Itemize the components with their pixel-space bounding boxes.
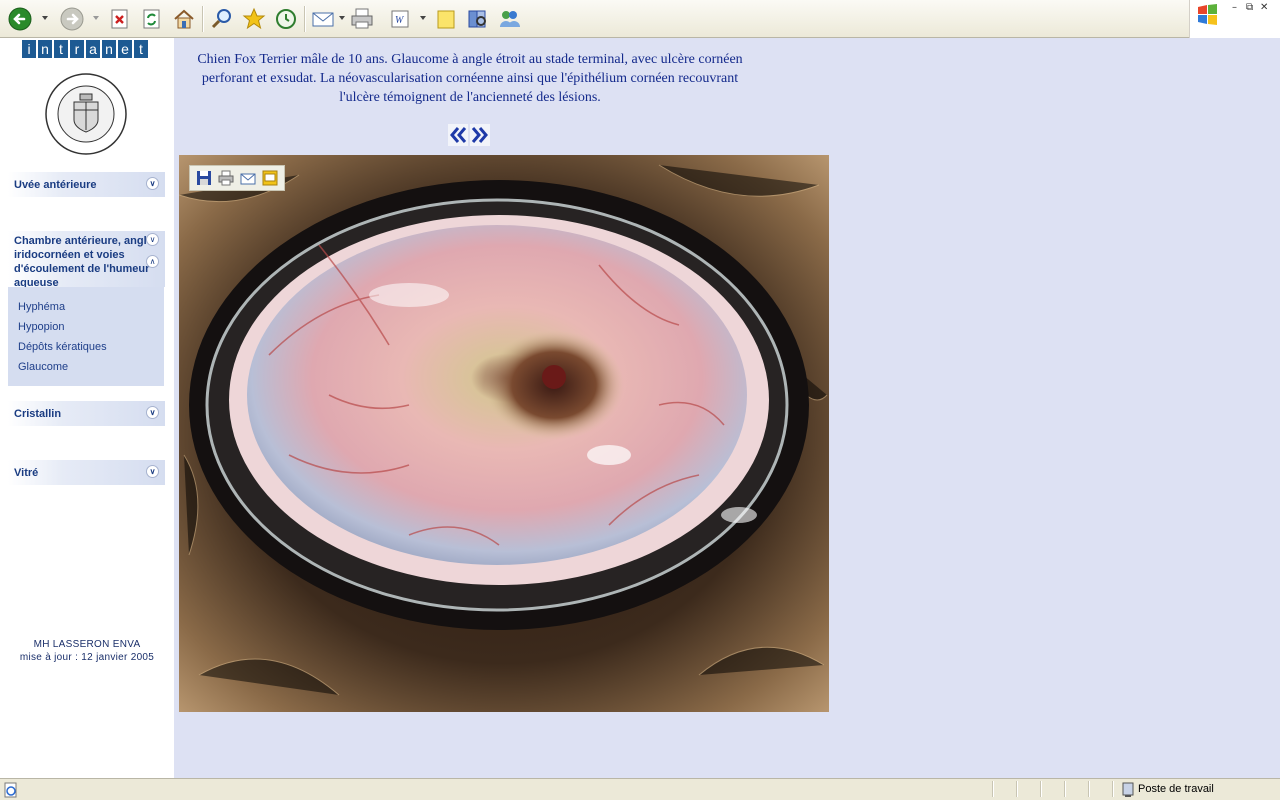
logo-letter: n — [38, 40, 52, 58]
logo-letter: t — [134, 40, 148, 58]
chevron-down-icon[interactable]: ∨ — [146, 177, 159, 190]
restore-icon[interactable]: ⧉ — [1246, 2, 1253, 13]
edit-dropdown-icon[interactable] — [420, 16, 426, 20]
next-image-button[interactable] — [470, 124, 490, 146]
alfort-seal-logo — [45, 73, 127, 155]
edit-word-icon[interactable]: W — [386, 5, 414, 33]
section-label: Chambre antérieure, angle iridocornéen e… — [14, 235, 153, 289]
credit-block: MH LASSERON ENVA mise à jour : 12 janvie… — [0, 638, 174, 664]
minimize-icon[interactable]: – — [1232, 2, 1237, 13]
save-image-button[interactable] — [195, 169, 213, 187]
browser-toolbar: W – ⧉ ✕ — [0, 0, 1280, 38]
double-chevron-left-icon — [450, 127, 467, 143]
status-bar: Poste de travail — [0, 778, 1280, 800]
stop-icon[interactable] — [106, 5, 134, 33]
zone-label: Poste de travail — [1138, 783, 1214, 795]
open-gallery-button[interactable] — [261, 169, 279, 187]
back-dropdown-icon[interactable] — [42, 16, 48, 20]
section-label: Cristallin — [14, 408, 62, 420]
logo-letter: i — [22, 40, 36, 58]
refresh-icon[interactable] — [138, 5, 166, 33]
eye-photograph — [179, 155, 829, 712]
mail-dropdown-icon[interactable] — [339, 16, 345, 20]
submenu-item-glaucome[interactable]: Glaucome — [18, 361, 68, 373]
submenu-item-depots-keratiques[interactable]: Dépôts kératiques — [18, 341, 107, 353]
submenu-item-hyphema[interactable]: Hyphéma — [18, 301, 65, 313]
section-cristallin[interactable]: Cristallin ∨ — [8, 401, 165, 426]
print-icon — [218, 170, 234, 186]
forward-icon[interactable] — [58, 5, 86, 33]
section-chambre-anterieure[interactable]: Chambre antérieure, angle iridocornéen e… — [8, 231, 165, 289]
previous-image-button[interactable] — [448, 124, 468, 146]
author-credit: MH LASSERON ENVA — [33, 639, 141, 650]
mail-icon[interactable] — [310, 5, 338, 33]
page-icon — [4, 782, 17, 798]
forward-dropdown-icon[interactable] — [93, 16, 99, 20]
image-caption: Chien Fox Terrier mâle de 10 ans. Glauco… — [197, 52, 743, 105]
logo-letter: t — [54, 40, 68, 58]
logo-letter: e — [118, 40, 132, 58]
print-icon[interactable] — [348, 5, 376, 33]
close-window-icon[interactable]: ✕ — [1260, 2, 1268, 13]
logo-letter: a — [86, 40, 100, 58]
research-icon[interactable] — [464, 5, 492, 33]
messenger-icon[interactable] — [496, 5, 524, 33]
chevron-down-icon[interactable]: ∨ — [146, 465, 159, 478]
favorites-icon[interactable] — [240, 5, 268, 33]
chevron-down-icon[interactable]: ∨ — [146, 233, 159, 246]
email-image-button[interactable] — [239, 169, 257, 187]
intranet-logo[interactable]: intranet — [22, 40, 148, 58]
email-icon — [240, 173, 256, 185]
chevron-up-icon[interactable]: ∧ — [146, 255, 159, 268]
save-icon — [197, 171, 211, 185]
submenu-panel: Hyphéma Hypopion Dépôts kératiques Glauc… — [8, 287, 164, 386]
windows-logo-icon — [1198, 4, 1217, 25]
submenu-item-hypopion[interactable]: Hypopion — [18, 321, 64, 333]
update-date: mise à jour : 12 janvier 2005 — [19, 652, 155, 663]
window-controls: – ⧉ ✕ — [1189, 0, 1280, 38]
double-chevron-right-icon — [471, 127, 488, 143]
gallery-icon — [262, 170, 278, 186]
logo-letter: r — [70, 40, 84, 58]
sidebar: intranet Uvée antérieure ∨ Chambre antér… — [0, 38, 174, 778]
image-navigation — [448, 124, 490, 146]
section-label: Uvée antérieure — [14, 179, 97, 191]
search-icon[interactable] — [208, 5, 236, 33]
home-icon[interactable] — [170, 5, 198, 33]
section-label: Vitré — [14, 467, 39, 479]
back-icon[interactable] — [6, 5, 34, 33]
history-icon[interactable] — [272, 5, 300, 33]
section-vitre[interactable]: Vitré ∨ — [8, 460, 165, 485]
logo-letter: n — [102, 40, 116, 58]
section-uvee-anterieure[interactable]: Uvée antérieure ∨ — [8, 172, 165, 197]
main-content: Chien Fox Terrier mâle de 10 ans. Glauco… — [174, 38, 1280, 778]
notes-icon[interactable] — [432, 5, 460, 33]
print-image-button[interactable] — [217, 169, 235, 187]
glaucoma-eye-image — [179, 155, 829, 712]
computer-zone-icon — [1122, 782, 1134, 797]
image-toolbar — [189, 165, 285, 191]
chevron-down-icon[interactable]: ∨ — [146, 406, 159, 419]
